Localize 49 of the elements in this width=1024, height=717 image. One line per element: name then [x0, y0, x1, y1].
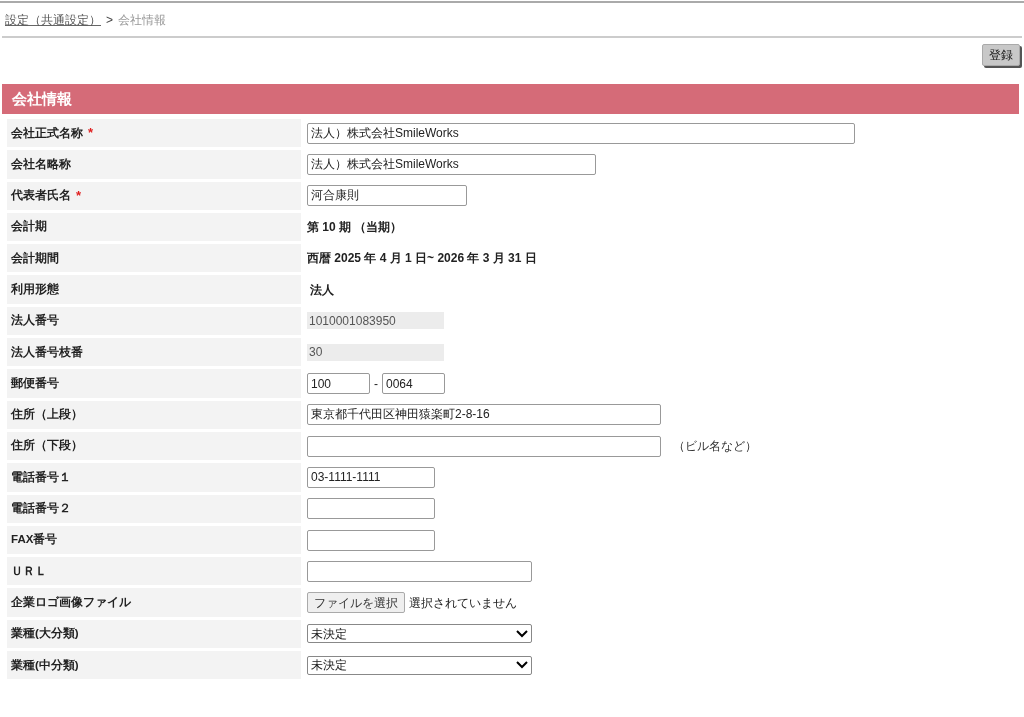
field-label: 会社正式名称 [11, 125, 83, 141]
field-label: 業種(中分類) [11, 657, 79, 673]
breadcrumb-link[interactable]: 設定（共通設定） [5, 10, 101, 29]
chevron-down-icon [516, 661, 528, 670]
field-label: 代表者氏名 [11, 188, 71, 204]
field-label: FAX番号 [11, 531, 58, 548]
field-value: 第 10 期 （当期） [307, 219, 403, 237]
text-field[interactable] [307, 498, 435, 520]
choose-file-button[interactable]: ファイルを選択 [307, 592, 405, 614]
field-label: 企業ロゴ画像ファイル [11, 594, 131, 610]
chevron-down-icon [516, 629, 528, 638]
field-label: 住所（下段） [11, 438, 83, 454]
field-label: ＵＲＬ [11, 563, 47, 579]
field-label: 法人番号枝番 [11, 344, 83, 360]
readonly-value: 30 [307, 343, 444, 361]
text-field[interactable]: 東京都千代田区神田猿楽町2-8-16 [307, 404, 661, 426]
postal-code-field[interactable]: 0064 [382, 373, 445, 394]
readonly-value: 1010001083950 [307, 312, 444, 330]
field-label: 住所（上段） [11, 407, 83, 423]
field-value: 法人 [309, 281, 335, 299]
dropdown[interactable]: 未決定 [307, 655, 532, 675]
field-label: 業種(大分類) [11, 626, 79, 642]
text-field[interactable] [307, 435, 661, 457]
field-label: 郵便番号 [11, 375, 59, 391]
field-label: 利用形態 [11, 282, 59, 297]
file-status: 選択されていません [409, 594, 517, 612]
text-field[interactable]: 河合康則 [307, 185, 467, 207]
text-field[interactable]: 法人）株式会社SmileWorks [307, 153, 596, 175]
field-label: 会社名略称 [11, 156, 71, 172]
field-label: 会計期間 [11, 250, 59, 266]
required-mark: * [76, 187, 82, 205]
field-note: （ビル名など） [673, 438, 757, 456]
field-label: 法人番号 [11, 312, 59, 329]
postal-code-field[interactable]: 100 [307, 373, 370, 394]
breadcrumb-separator: > [106, 11, 113, 29]
breadcrumb-current: 会社情報 [118, 11, 166, 29]
text-field[interactable] [307, 529, 435, 551]
section-header: 会社情報 [2, 84, 1019, 114]
field-label: 会計期 [11, 218, 47, 235]
required-mark: * [88, 124, 94, 143]
register-button[interactable]: 登録 [982, 44, 1020, 66]
field-label: 電話番号２ [11, 500, 71, 517]
text-field[interactable]: 03-1111-1111 [307, 466, 435, 488]
text-field[interactable] [307, 560, 532, 582]
postal-separator: - [374, 375, 378, 393]
field-label: 電話番号１ [11, 469, 71, 485]
dropdown[interactable]: 未決定 [307, 624, 532, 644]
field-value: 西暦 2025 年 4 月 1 日~ 2026 年 3 月 31 日 [307, 250, 537, 268]
text-field[interactable]: 法人）株式会社SmileWorks [307, 122, 855, 144]
